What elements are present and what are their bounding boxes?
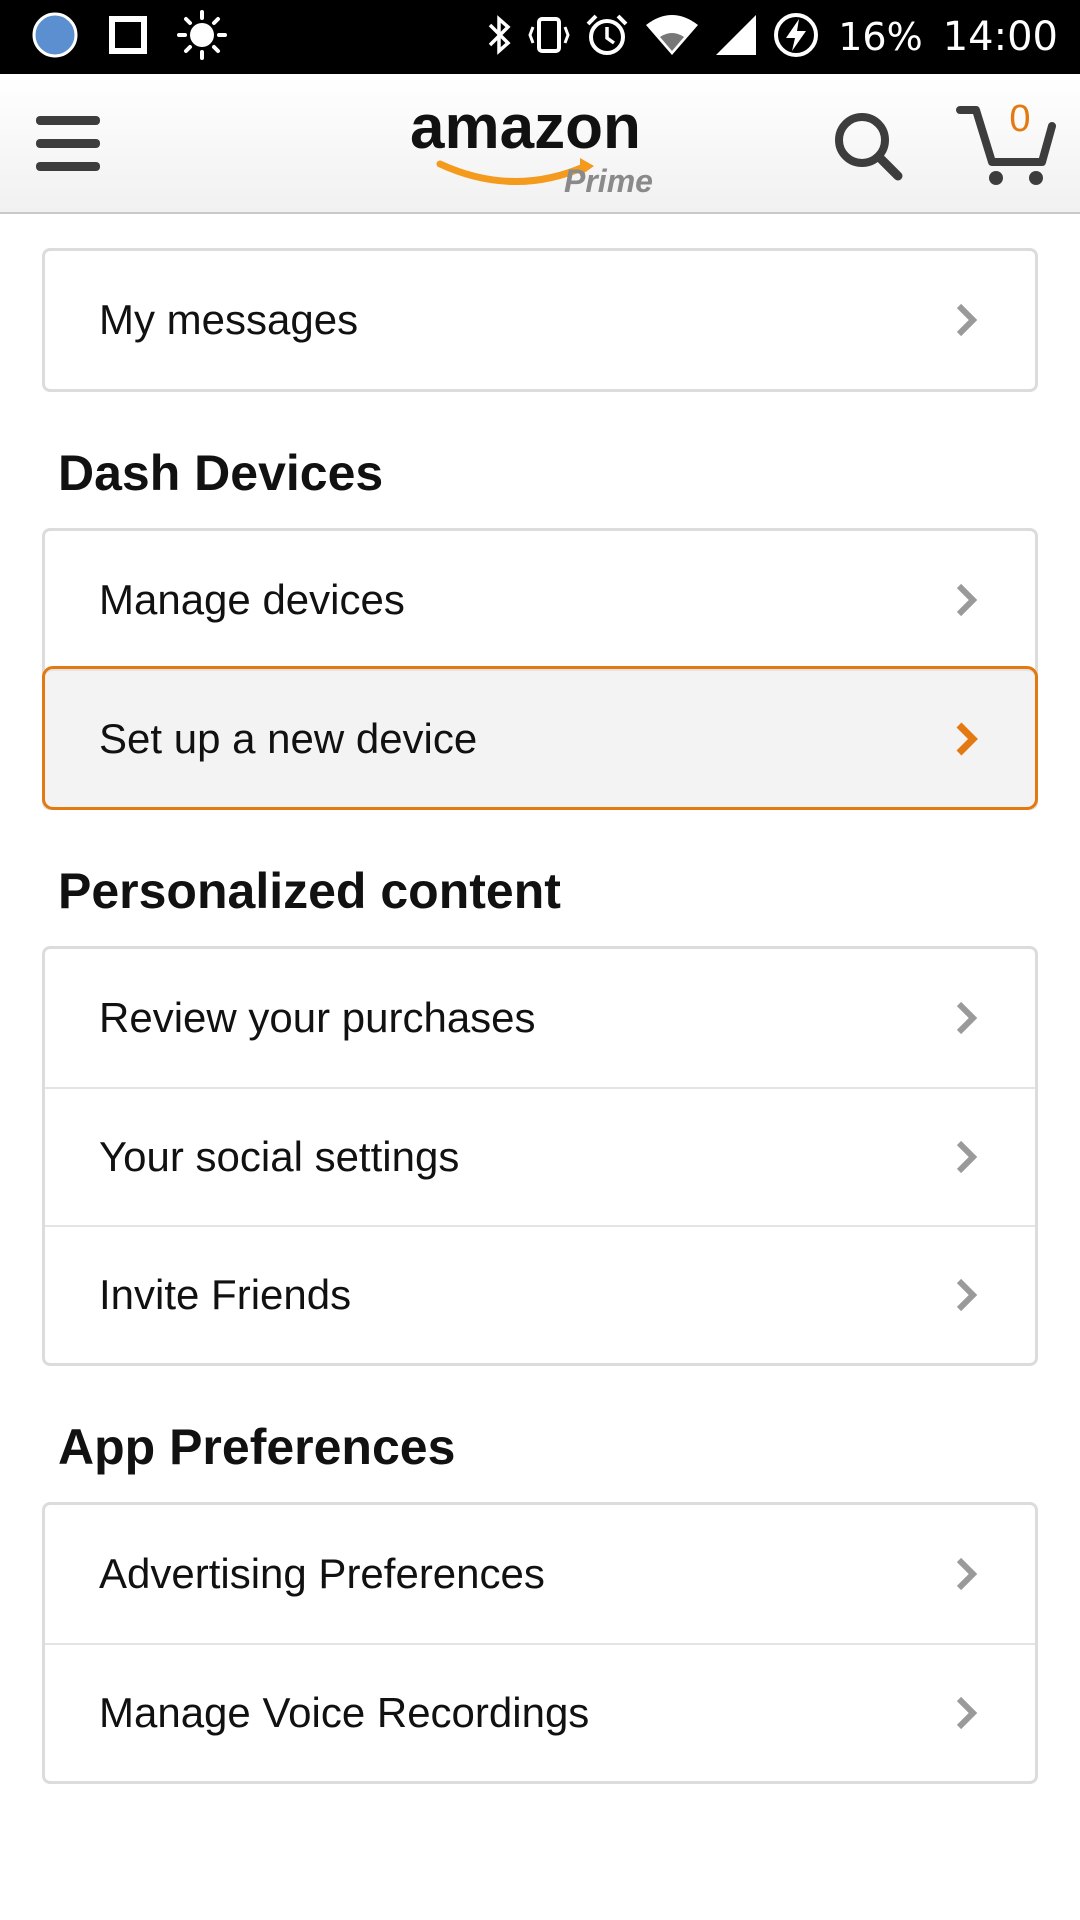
- chevron-right-icon: [956, 303, 978, 337]
- hamburger-menu-button[interactable]: [36, 116, 102, 172]
- list-item-manage-devices[interactable]: Manage devices: [45, 531, 1035, 669]
- list-item-review-purchases[interactable]: Review your purchases: [45, 949, 1035, 1087]
- list-item-label: Your social settings: [99, 1133, 460, 1180]
- list-item-label: Manage devices: [99, 576, 405, 623]
- list-item-my-messages[interactable]: My messages: [45, 251, 1035, 389]
- list-item-label: Set up a new device: [99, 715, 478, 762]
- logo-subtext: Prime: [564, 163, 653, 199]
- menu-icon-bar: [36, 162, 100, 171]
- list-item-label: My messages: [99, 296, 359, 343]
- logo-text: amazon: [410, 93, 641, 162]
- list-item-invite-friends[interactable]: Invite Friends: [45, 1225, 1035, 1363]
- app-header: amazon Prime 0: [0, 74, 1080, 214]
- search-button[interactable]: [832, 110, 904, 182]
- search-icon: [835, 113, 903, 181]
- list-item-label: Advertising Preferences: [99, 1550, 545, 1597]
- personalized-content-card: Review your purchases Your social settin…: [42, 946, 1038, 1366]
- section-title-dash-devices: Dash Devices: [58, 445, 384, 501]
- chevron-right-icon: [956, 583, 978, 617]
- settings-list: My messages Dash Devices Manage devices …: [0, 216, 1080, 1784]
- wifi-icon: [644, 13, 700, 62]
- messages-card: My messages: [42, 248, 1038, 392]
- list-item-manage-voice-recordings[interactable]: Manage Voice Recordings: [45, 1643, 1035, 1781]
- brightness-icon: [176, 9, 228, 66]
- menu-icon-bar: [36, 116, 100, 125]
- list-item-advertising-preferences[interactable]: Advertising Preferences: [45, 1505, 1035, 1643]
- status-bar: 16% 14:00: [0, 0, 1080, 74]
- amazon-prime-logo[interactable]: amazon Prime: [404, 90, 684, 200]
- alarm-icon: [584, 12, 630, 63]
- list-item-social-settings[interactable]: Your social settings: [45, 1087, 1035, 1225]
- list-item-label: Invite Friends: [99, 1271, 352, 1318]
- chevron-right-icon: [956, 1001, 978, 1035]
- bluetooth-icon: [486, 13, 514, 62]
- chevron-right-icon: [956, 722, 978, 756]
- chevron-right-icon: [956, 1140, 978, 1174]
- square-notification-icon: [108, 15, 148, 60]
- chevron-right-icon: [956, 1557, 978, 1591]
- chevron-right-icon: [956, 1696, 978, 1730]
- cell-signal-icon: [714, 13, 758, 62]
- battery-charging-icon: [772, 11, 820, 64]
- notification-dot-icon: [30, 10, 80, 65]
- list-item-set-up-new-device[interactable]: Set up a new device: [42, 666, 1038, 810]
- dash-devices-card: Manage devices Set up a new device: [42, 528, 1038, 810]
- cart-button[interactable]: 0: [956, 98, 1056, 190]
- app-preferences-card: Advertising Preferences Manage Voice Rec…: [42, 1502, 1038, 1784]
- chevron-right-icon: [956, 1278, 978, 1312]
- battery-percentage: 16%: [838, 15, 923, 59]
- section-title-app-preferences: App Preferences: [58, 1419, 456, 1475]
- list-item-label: Review your purchases: [99, 994, 536, 1041]
- list-item-label: Manage Voice Recordings: [99, 1689, 590, 1736]
- cart-count-badge: 0: [1009, 98, 1031, 140]
- section-title-personalized-content: Personalized content: [58, 863, 561, 919]
- menu-icon-bar: [36, 139, 100, 148]
- vibrate-icon: [528, 13, 570, 62]
- clock: 14:00: [942, 14, 1058, 60]
